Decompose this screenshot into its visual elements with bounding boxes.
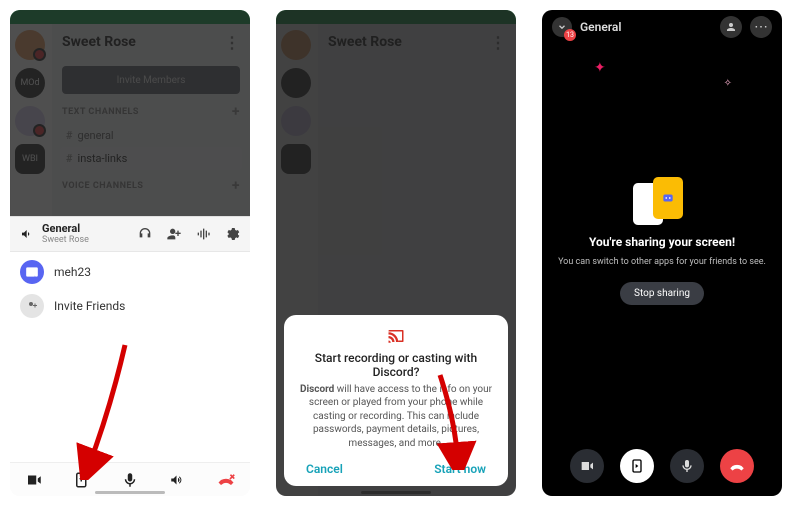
participant-row[interactable]: meh23 xyxy=(20,260,240,284)
sharing-subtext: You can switch to other apps for your fr… xyxy=(558,257,766,269)
screenshot-2: Sweet Rose⋮ Start recording or casting w… xyxy=(276,10,516,496)
cast-icon xyxy=(387,327,405,345)
call-header: 13 General ⋯ xyxy=(542,10,782,44)
sparkle-icon: ✧ xyxy=(724,78,732,89)
stop-sharing-button[interactable]: Stop sharing xyxy=(620,282,704,305)
discord-icon xyxy=(661,191,675,205)
notification-badge: 13 xyxy=(564,29,576,41)
speaker-button[interactable] xyxy=(168,470,188,490)
minimize-button[interactable]: 13 xyxy=(552,17,572,37)
screenshare-status: ✦ ✧ You're sharing your screen! You can … xyxy=(542,44,782,438)
more-button[interactable]: ⋯ xyxy=(750,16,772,38)
dim-overlay xyxy=(10,10,250,216)
noise-suppression-icon[interactable] xyxy=(195,226,211,242)
home-indicator xyxy=(95,491,165,494)
screenshot-1: MOd WBI Sweet Rose ⋮ Invite Members TEXT… xyxy=(10,10,250,496)
hangup-button[interactable] xyxy=(720,449,754,483)
voice-server-name: Sweet Rose xyxy=(42,235,89,245)
add-user-icon xyxy=(26,300,38,312)
screenshot-3: 13 General ⋯ ✦ ✧ You're sharing your scr… xyxy=(542,10,782,496)
video-button[interactable] xyxy=(570,449,604,483)
call-controls xyxy=(542,438,782,493)
volume-icon xyxy=(20,226,36,242)
voice-channel-name: General xyxy=(42,223,89,235)
video-button[interactable] xyxy=(24,470,44,490)
gear-icon[interactable] xyxy=(224,226,240,242)
discord-icon xyxy=(25,265,39,279)
call-title: General xyxy=(580,20,621,34)
tutorial-arrow xyxy=(420,370,480,470)
mic-button[interactable] xyxy=(670,449,704,483)
invite-friends-row[interactable]: Invite Friends xyxy=(20,294,240,318)
sparkle-icon: ✦ xyxy=(594,60,606,76)
headphones-icon[interactable] xyxy=(137,226,153,242)
sharing-heading: You're sharing your screen! xyxy=(589,235,735,249)
screenshare-illustration xyxy=(627,177,697,227)
cancel-button[interactable]: Cancel xyxy=(306,462,343,476)
tutorial-arrow xyxy=(70,340,140,480)
invite-friends-label: Invite Friends xyxy=(54,299,125,313)
participant-name: meh23 xyxy=(54,265,91,279)
voice-connected-bar[interactable]: General Sweet Rose xyxy=(10,216,250,252)
screenshare-active-button[interactable] xyxy=(620,449,654,483)
add-user-icon[interactable] xyxy=(166,226,182,242)
avatar xyxy=(20,294,44,318)
members-button[interactable] xyxy=(720,16,742,38)
disconnect-button[interactable] xyxy=(216,470,236,490)
avatar xyxy=(20,260,44,284)
server-panel-dimmed: MOd WBI Sweet Rose ⋮ Invite Members TEXT… xyxy=(10,10,250,216)
